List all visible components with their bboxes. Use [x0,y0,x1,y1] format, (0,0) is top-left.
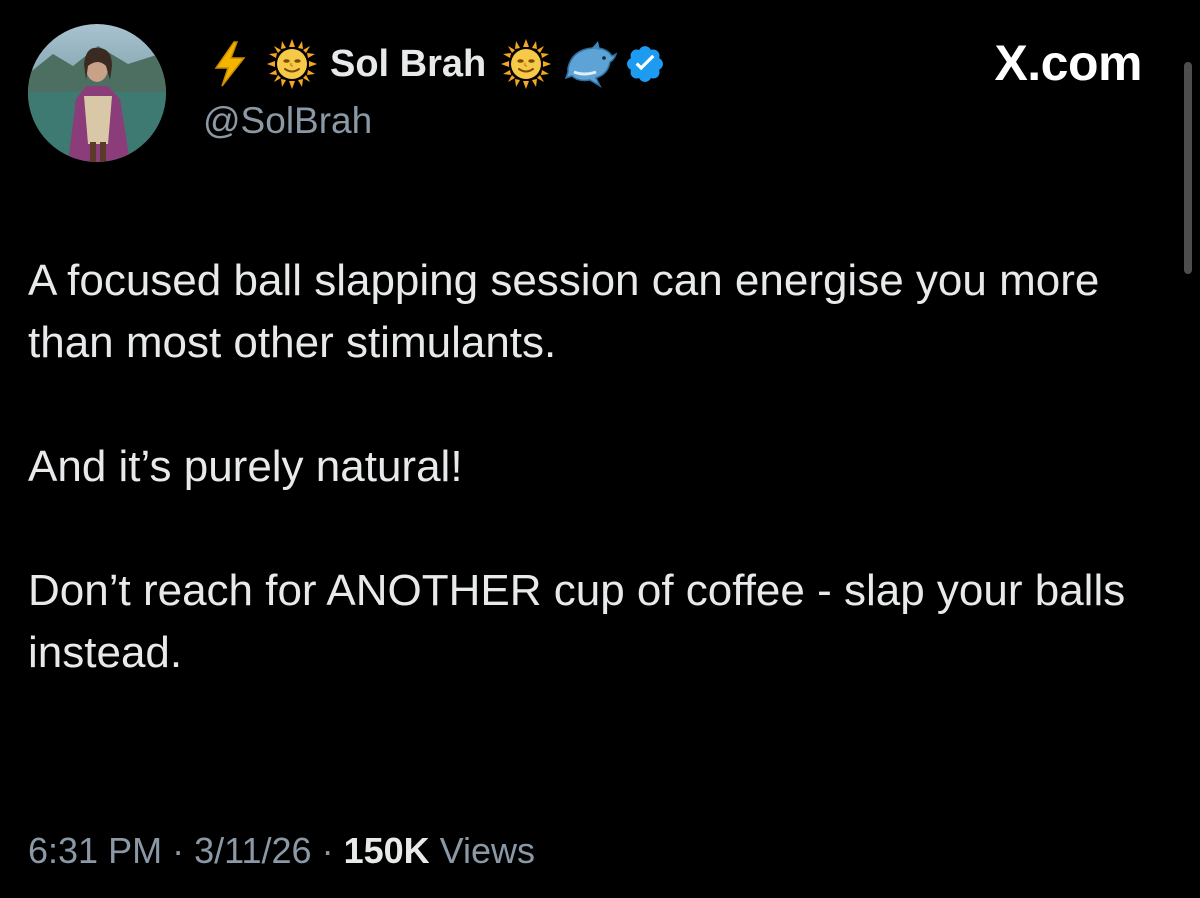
lightning-icon [204,38,256,90]
separator: · [321,830,334,871]
tweet-paragraph: And it’s purely natural! [28,442,463,491]
author-handle[interactable]: @SolBrah [203,100,372,142]
sun-icon [500,38,552,90]
dolphin-icon [562,38,618,90]
display-name[interactable]: Sol Brah [330,43,486,86]
avatar[interactable] [28,24,166,162]
tweet-paragraph: Don’t reach for ANOTHER cup of coffee - … [28,566,1126,677]
views-count[interactable]: 150K [344,830,430,871]
tweet-paragraph: A focused ball slapping session can ener… [28,256,1100,367]
tweet-time[interactable]: 6:31 PM [28,830,162,871]
views-label: Views [439,830,536,871]
scrollbar[interactable] [1184,62,1192,274]
separator: · [172,830,185,871]
tweet-text: A focused ball slapping session can ener… [28,250,1148,684]
author-name-row[interactable]: Sol Brah [204,38,666,90]
avatar-image [28,24,166,162]
sun-icon [266,38,318,90]
tweet-meta: 6:31 PM · 3/11/26 · 150K Views [28,830,535,872]
tweet-date[interactable]: 3/11/26 [194,830,311,871]
brand-label: X.com [994,35,1142,91]
verified-badge-icon[interactable] [624,43,666,85]
